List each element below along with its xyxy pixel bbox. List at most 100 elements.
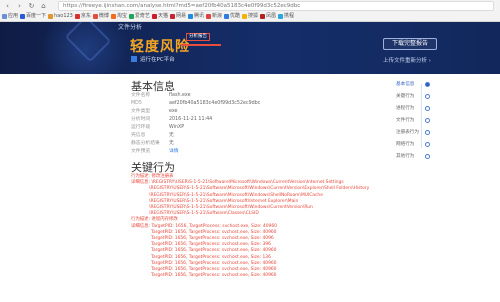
bookmark-label: 淘宝 xyxy=(116,13,127,19)
bookmark-item[interactable]: 携程 xyxy=(278,12,294,21)
bookmark-favicon-icon xyxy=(151,14,157,19)
bookmark-item[interactable]: 新浪 xyxy=(205,12,222,21)
nav-dot-icon xyxy=(425,153,430,159)
bookmark-favicon-icon xyxy=(2,14,7,19)
reload-icon[interactable]: ↻ xyxy=(27,2,36,11)
info-row: 分析时间 2016-11-21 11:44 xyxy=(131,116,331,124)
bookmark-item[interactable]: 搜狐 xyxy=(242,12,258,21)
forward-icon[interactable]: › xyxy=(15,2,24,11)
section-nav-label: 基本信息 xyxy=(396,82,415,87)
bookmark-favicon-icon xyxy=(110,14,116,19)
section-nav-item[interactable]: 网络行为 xyxy=(396,138,430,150)
reanalyze-link[interactable]: 上传文件重新分析 › xyxy=(383,56,431,64)
bookmark-item[interactable]: 凤凰 xyxy=(260,12,276,21)
bookmark-label: 携程 xyxy=(284,13,295,19)
download-report-button[interactable]: 下载完整报告 xyxy=(383,38,437,50)
section-nav: 基本信息关键行为进程行为文件行为注册表行为网络行为其他行为 xyxy=(396,78,430,162)
section-nav-item[interactable]: 基本信息 xyxy=(396,78,430,90)
bookmark-item[interactable]: 腾讯 xyxy=(187,12,204,21)
bookmark-label: 网易 xyxy=(175,13,186,19)
address-bar[interactable]: https://fireeye.ijinshan.com/analyse.htm… xyxy=(58,1,494,11)
info-value: flash.exe xyxy=(169,93,191,98)
info-row: MD5 aef20fb40a5183c4e0f99d3c52ec9dbc xyxy=(131,100,331,108)
report-header: 文件分析 轻度风险 分析报告 运行在PC平台 下载完整报告 上传文件重新分析 › xyxy=(0,22,500,74)
bookmark-label: 搜狐 xyxy=(248,13,259,19)
info-row: 文件名称 flash.exe xyxy=(131,92,331,100)
bookmark-item[interactable]: 百度一下 xyxy=(20,12,46,21)
info-row: 文件预览 详情 xyxy=(131,148,331,156)
bookmark-label: 腾讯 xyxy=(193,13,204,19)
bookmark-item[interactable]: 爱奇艺 xyxy=(128,12,150,21)
bookmark-label: 百度一下 xyxy=(26,13,47,19)
bookmark-label: 应用 xyxy=(8,13,19,19)
info-value: aef20fb40a5183c4e0f99d3c52ec9dbc xyxy=(169,101,261,106)
home-icon[interactable]: ⌂ xyxy=(39,2,48,11)
info-row: 壳信息 无 xyxy=(131,132,331,140)
info-row: 运行环境 WinXP xyxy=(131,124,331,132)
bookmark-favicon-icon xyxy=(278,14,284,19)
section-nav-label: 关键行为 xyxy=(396,94,415,99)
windows-icon xyxy=(131,56,137,62)
bookmark-item[interactable]: 微博 xyxy=(92,12,109,21)
bookmark-favicon-icon xyxy=(74,14,80,19)
bookmarks-bar: 应用 百度一下 hao123 京东 微博 淘宝 爱奇艺 天猫 网易 腾讯 新浪 优酷 搜狐 凤凰 携程 xyxy=(2,12,498,21)
section-nav-item[interactable]: 进程行为 xyxy=(396,102,430,114)
section-nav-label: 网络行为 xyxy=(396,142,415,147)
info-row: 静态分析结果 无 xyxy=(131,140,331,148)
info-link[interactable]: 详情 xyxy=(169,148,179,156)
behavior-line: TargetPID: 1656, TargetProcess: svchost.… xyxy=(151,273,277,279)
info-key: 文件类型 xyxy=(131,109,151,114)
bookmark-item[interactable]: 淘宝 xyxy=(110,12,127,21)
nav-dot-icon xyxy=(425,129,430,135)
nav-dot-icon xyxy=(425,105,430,111)
basic-info-table: 文件名称 flash.exe MD5 aef20fb40a5183c4e0f99d3c… xyxy=(131,92,331,156)
bookmark-favicon-icon xyxy=(242,14,248,19)
bookmark-item[interactable]: 优酷 xyxy=(224,12,240,21)
risk-badge: 分析报告 xyxy=(186,33,210,41)
section-nav-item[interactable]: 注册表行为 xyxy=(396,126,430,138)
bookmark-favicon-icon xyxy=(205,14,211,19)
bookmark-favicon-icon xyxy=(48,14,54,19)
info-value: 无 xyxy=(169,133,174,138)
section-nav-item[interactable]: 其他行为 xyxy=(396,150,430,162)
bookmark-label: 爱奇艺 xyxy=(134,13,150,19)
info-key: 静态分析结果 xyxy=(131,141,160,146)
bookmark-label: 新浪 xyxy=(211,13,222,19)
back-icon[interactable]: ‹ xyxy=(3,2,12,11)
info-value: exe xyxy=(169,109,178,114)
section-nav-label: 其他行为 xyxy=(396,154,415,159)
bookmark-item[interactable]: 网易 xyxy=(169,12,186,21)
section-nav-label: 注册表行为 xyxy=(396,130,419,135)
info-key: MD5 xyxy=(131,101,142,106)
info-key: 文件名称 xyxy=(131,93,151,98)
bookmark-label: 微博 xyxy=(98,13,109,19)
bookmark-item[interactable]: hao123 xyxy=(48,12,73,21)
info-value: WinXP xyxy=(169,125,185,130)
browser-chrome: ‹ › ↻ ⌂ https://fireeye.ijinshan.com/ana… xyxy=(0,0,500,22)
nav-dot-icon xyxy=(425,141,430,147)
bookmark-item[interactable]: 应用 xyxy=(2,12,18,21)
platform-label: 运行在PC平台 xyxy=(140,57,175,63)
info-key: 运行环境 xyxy=(131,125,151,130)
bookmark-favicon-icon xyxy=(92,14,98,19)
section-nav-item[interactable]: 文件行为 xyxy=(396,114,430,126)
info-value: 无 xyxy=(169,141,174,146)
bookmark-label: 优酷 xyxy=(230,13,241,19)
bookmark-favicon-icon xyxy=(187,14,193,19)
header-top-text: 文件分析 xyxy=(118,24,143,31)
nav-dot-icon xyxy=(425,93,430,99)
info-key: 壳信息 xyxy=(131,133,146,138)
risk-level: 轻度风险 xyxy=(130,39,190,55)
info-row: 文件类型 exe xyxy=(131,108,331,116)
section-nav-item[interactable]: 关键行为 xyxy=(396,90,430,102)
section-nav-label: 文件行为 xyxy=(396,118,415,123)
bookmark-item[interactable]: 天猫 xyxy=(151,12,168,21)
bookmark-favicon-icon xyxy=(20,14,26,19)
risk-underline xyxy=(181,44,221,46)
bookmark-label: 凤凰 xyxy=(266,13,277,19)
bookmark-favicon-icon xyxy=(224,14,229,19)
bookmark-label: hao123 xyxy=(54,13,73,19)
bookmark-item[interactable]: 京东 xyxy=(74,12,91,21)
platform-info: 运行在PC平台 xyxy=(131,55,175,63)
bookmark-label: 京东 xyxy=(80,13,91,19)
